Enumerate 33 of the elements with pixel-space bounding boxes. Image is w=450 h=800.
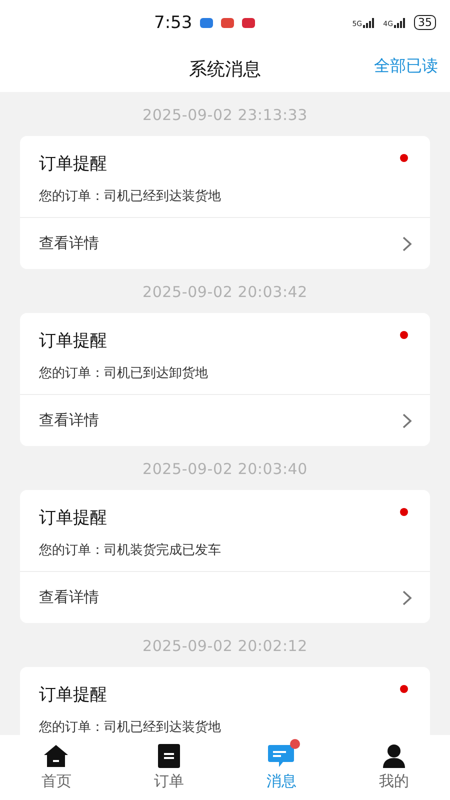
message-body: 您的订单：司机已经到达装货地	[39, 719, 222, 735]
tab-bar-item[interactable]: 我的	[338, 735, 450, 800]
app-icon	[221, 18, 234, 28]
status-time: 7:53	[154, 12, 192, 32]
chevron-right-icon	[402, 590, 412, 606]
tab-bar-item[interactable]: 首页	[0, 735, 112, 800]
chevron-right-icon	[402, 236, 412, 252]
message-title: 订单提醒	[39, 153, 108, 175]
message-timestamp: 2025-09-02 20:03:42	[142, 283, 308, 301]
home-icon	[43, 744, 70, 768]
message-title: 订单提醒	[39, 507, 108, 529]
details-link[interactable]: 查看详情	[20, 571, 430, 623]
chevron-right-icon	[402, 412, 412, 428]
battery-indicator: 35	[414, 15, 436, 30]
message-timestamp: 2025-09-02 20:03:40	[142, 460, 308, 478]
page-title: 系统消息	[189, 58, 261, 80]
details-link[interactable]: 查看详情	[20, 217, 430, 269]
chat-icon	[268, 744, 294, 768]
tab-bar-item[interactable]: 订单	[112, 735, 225, 800]
app-icon	[200, 18, 214, 28]
app-icon	[242, 18, 256, 28]
mark-all-read-button[interactable]: 全部已读	[374, 56, 438, 77]
message-timestamp: 2025-09-02 20:02:12	[142, 637, 308, 655]
details-link[interactable]: 查看详情	[20, 394, 430, 446]
document-icon	[158, 744, 180, 768]
message-body: 您的订单：司机装货完成已发车	[39, 542, 222, 559]
message-title: 订单提醒	[39, 684, 108, 706]
message-title: 订单提醒	[39, 330, 108, 352]
message-body: 您的订单：司机已经到达装货地	[39, 188, 222, 205]
person-icon	[382, 744, 405, 768]
message-timestamp: 2025-09-02 23:13:33	[142, 106, 308, 124]
tab-bar-item[interactable]: 消息	[225, 735, 338, 800]
message-body: 您的订单：司机已到达卸货地	[39, 365, 209, 382]
